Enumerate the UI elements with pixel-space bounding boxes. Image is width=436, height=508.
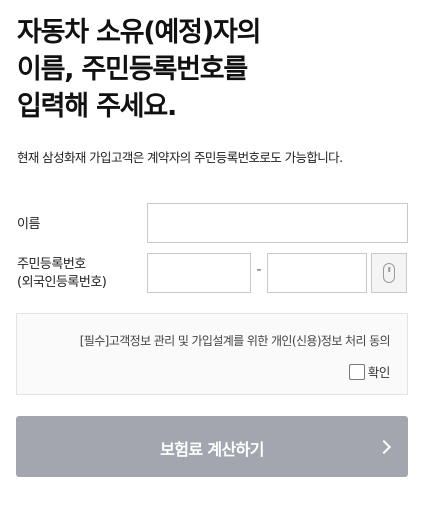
page-title: 자동차 소유(예정)자의 이름, 주민등록번호를 입력해 주세요. <box>17 14 417 125</box>
rrn-label-line-2: (외국인등록번호) <box>17 275 107 290</box>
agreement-confirm[interactable]: 확인 <box>348 362 391 381</box>
rrn-label-line-1: 주민등록번호 <box>17 257 86 272</box>
rrn-label: 주민등록번호 (외국인등록번호) <box>17 256 107 292</box>
rrn-back-input[interactable] <box>267 253 367 293</box>
name-input[interactable] <box>147 203 408 243</box>
name-label: 이름 <box>17 216 40 234</box>
title-line-1: 자동차 소유(예정)자의 <box>17 17 261 48</box>
agreement-confirm-label[interactable]: 확인 <box>368 362 391 381</box>
title-line-3: 입력해 주세요. <box>17 91 177 122</box>
mouse-icon <box>383 263 395 283</box>
page-subtitle: 현재 삼성화재 가입고객은 계약자의 주민등록번호로도 가능합니다. <box>17 150 343 165</box>
rrn-front-input[interactable] <box>147 253 251 293</box>
calculate-premium-button[interactable]: 보험료 계산하기 <box>16 416 408 477</box>
title-line-2: 이름, 주민등록번호를 <box>17 54 248 85</box>
agreement-box: [필수]고객정보 관리 및 가입설계를 위한 개인(신용)정보 처리 동의 확인 <box>16 313 408 395</box>
agreement-checkbox[interactable] <box>348 363 365 380</box>
agreement-text[interactable]: [필수]고객정보 관리 및 가입설계를 위한 개인(신용)정보 처리 동의 <box>80 332 391 349</box>
secure-keypad-button[interactable] <box>371 253 407 293</box>
name-label-text: 이름 <box>17 217 40 232</box>
calculate-premium-label: 보험료 계산하기 <box>160 440 264 459</box>
rrn-separator: - <box>256 262 262 278</box>
